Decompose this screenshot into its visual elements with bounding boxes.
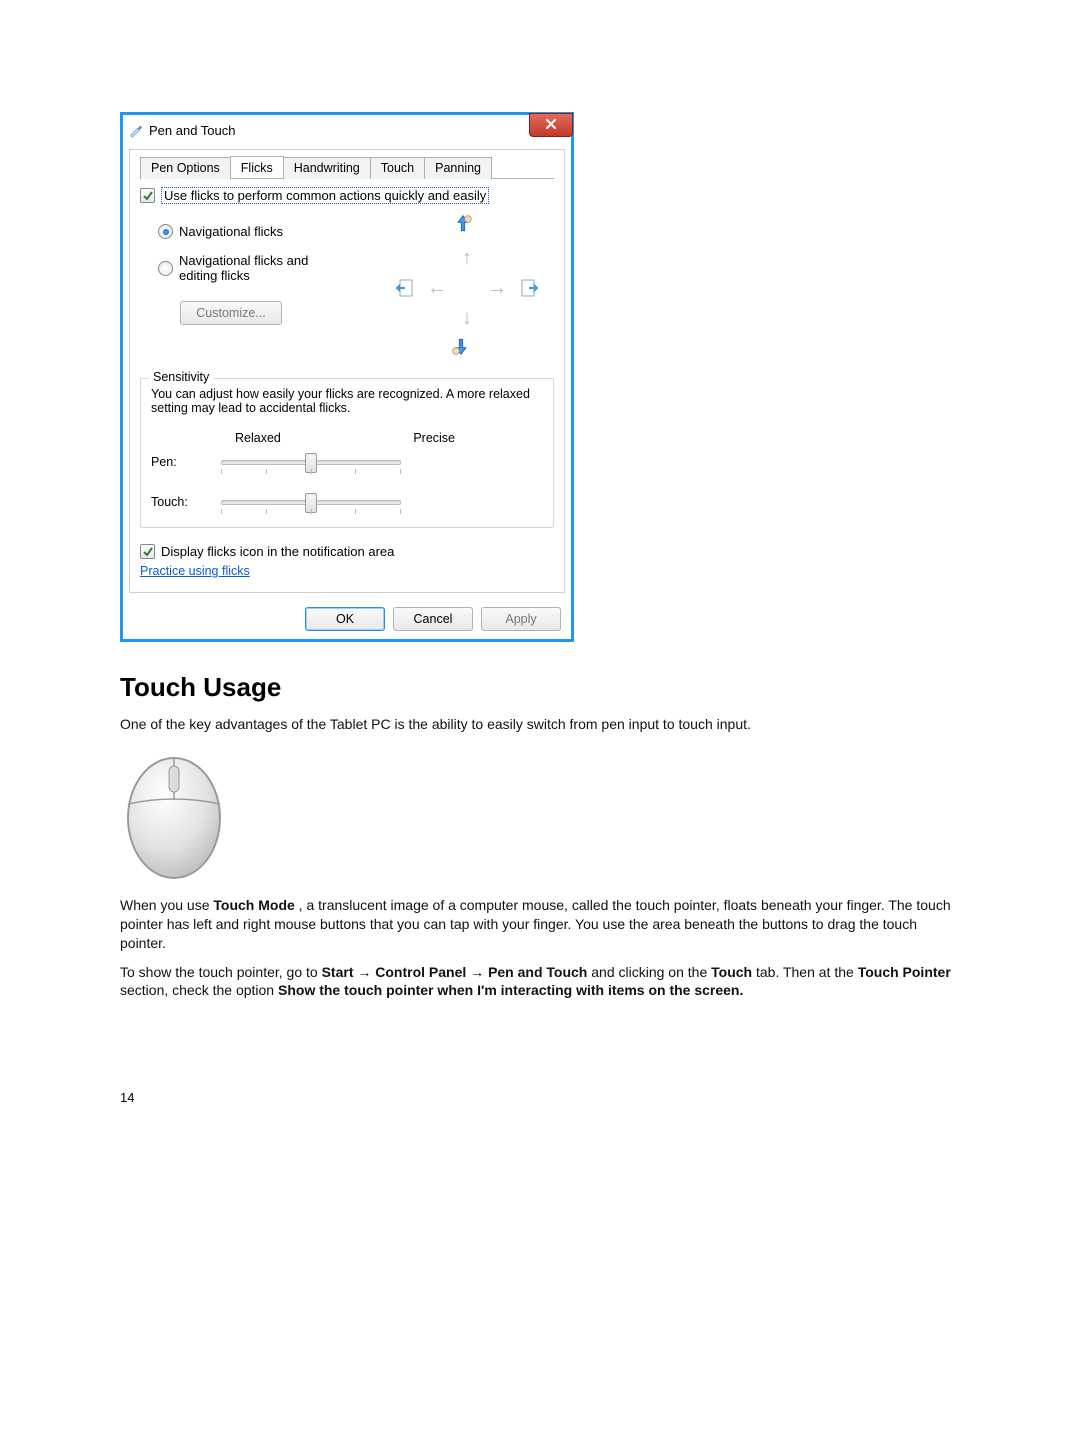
tab-flicks[interactable]: Flicks: [230, 156, 284, 178]
radio-navigational-editing[interactable]: [158, 261, 173, 276]
arrow-down-icon: ↓: [455, 306, 479, 330]
doc-left-icon: [395, 278, 415, 298]
tab-strip: Pen Options Flicks Handwriting Touch Pan…: [140, 156, 554, 179]
label-precise: Precise: [413, 431, 455, 445]
paragraph-show-pointer: To show the touch pointer, go to Start →…: [120, 963, 960, 1001]
tab-handwriting[interactable]: Handwriting: [283, 157, 371, 179]
pen-icon: [129, 122, 143, 138]
dialog-title-bar: Pen and Touch: [123, 115, 571, 143]
cancel-button[interactable]: Cancel: [393, 607, 473, 631]
pen-slider[interactable]: [221, 451, 401, 473]
radio-navigational-editing-label: Navigational flicks and editing flicks: [179, 253, 308, 283]
tab-pen-options[interactable]: Pen Options: [140, 157, 231, 179]
practice-link[interactable]: Practice using flicks: [140, 564, 250, 578]
radio-navigational[interactable]: [158, 224, 173, 239]
arrow-up-icon: ↑: [455, 246, 479, 270]
tab-panning[interactable]: Panning: [424, 157, 492, 179]
label-relaxed: Relaxed: [235, 431, 281, 445]
apply-button[interactable]: Apply: [481, 607, 561, 631]
close-button[interactable]: [529, 113, 573, 137]
pen-and-touch-dialog: Pen and Touch Pen Options Flicks Handwri…: [120, 112, 574, 642]
pen-slider-label: Pen:: [151, 455, 221, 469]
flick-diagram: ↑ ← → ↓: [375, 218, 554, 368]
tab-touch[interactable]: Touch: [370, 157, 425, 179]
scroll-down-hand-icon: [451, 336, 477, 362]
scroll-up-hand-icon: [453, 214, 479, 240]
ok-button[interactable]: OK: [305, 607, 385, 631]
use-flicks-checkbox[interactable]: [140, 188, 155, 203]
sensitivity-group: Sensitivity You can adjust how easily yo…: [140, 378, 554, 528]
sensitivity-title: Sensitivity: [149, 370, 213, 384]
mouse-illustration: [120, 744, 228, 882]
customize-button[interactable]: Customize...: [180, 301, 282, 325]
section-heading: Touch Usage: [120, 672, 960, 703]
paragraph-touch-mode: When you use Touch Mode , a translucent …: [120, 896, 960, 953]
arrow-right-icon: →: [485, 276, 509, 300]
use-flicks-label: Use flicks to perform common actions qui…: [161, 187, 489, 204]
display-icon-checkbox[interactable]: [140, 544, 155, 559]
paragraph-intro: One of the key advantages of the Tablet …: [120, 715, 960, 734]
doc-right-icon: [519, 278, 539, 298]
radio-navigational-label: Navigational flicks: [179, 224, 283, 239]
touch-slider-label: Touch:: [151, 495, 221, 509]
touch-slider[interactable]: [221, 491, 401, 513]
display-icon-label: Display flicks icon in the notification …: [161, 544, 394, 559]
page-number: 14: [120, 1090, 960, 1105]
dialog-title: Pen and Touch: [149, 123, 236, 138]
arrow-left-icon: ←: [425, 276, 449, 300]
sensitivity-desc: You can adjust how easily your flicks ar…: [151, 387, 543, 415]
close-icon: [544, 117, 558, 134]
